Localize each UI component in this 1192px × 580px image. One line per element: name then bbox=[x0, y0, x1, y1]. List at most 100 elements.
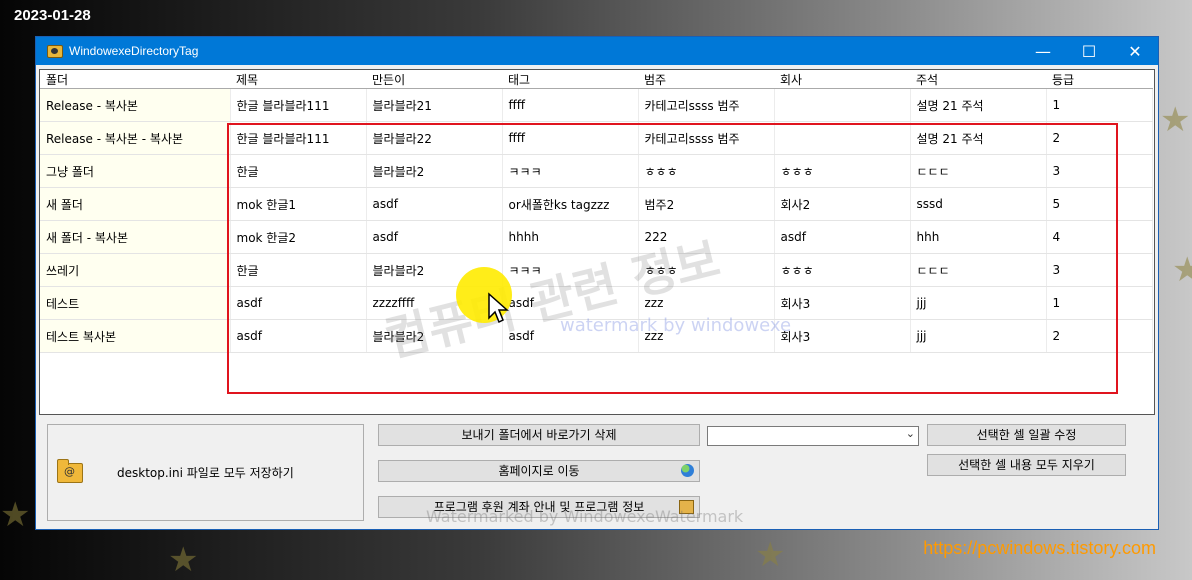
homepage-label: 홈페이지로 이동 bbox=[498, 464, 580, 478]
save-all-label: desktop.ini 파일로 모두 저장하기 bbox=[117, 466, 294, 480]
table-cell[interactable]: 블라블라2 bbox=[366, 319, 503, 353]
folder-cell[interactable]: Release - 복사본 bbox=[40, 88, 231, 122]
table-cell[interactable]: 범주2 bbox=[638, 187, 775, 221]
save-all-button[interactable]: desktop.ini 파일로 모두 저장하기 bbox=[47, 424, 364, 521]
table-row[interactable]: 새 폴더 - 복사본 mok 한글2 asdf hhhh 222 asdf hh… bbox=[40, 220, 1153, 254]
table-cell[interactable]: mok 한글2 bbox=[230, 220, 367, 254]
table-cell[interactable]: 설명 21 주석 bbox=[910, 88, 1047, 122]
table-cell[interactable]: 4 bbox=[1046, 220, 1153, 254]
table-cell[interactable] bbox=[774, 88, 911, 122]
table-cell[interactable]: asdf bbox=[774, 220, 911, 254]
table-row[interactable]: Release - 복사본 - 복사본 한글 블라블라111 블라블라22 ff… bbox=[40, 121, 1153, 155]
table-cell[interactable]: asdf bbox=[502, 319, 639, 353]
table-cell[interactable]: ㅎㅎㅎ bbox=[638, 154, 775, 188]
maximize-button[interactable]: ☐ bbox=[1066, 37, 1112, 65]
table-cell[interactable]: jjj bbox=[910, 286, 1047, 320]
table-cell[interactable]: ㄷㄷㄷ bbox=[910, 253, 1047, 287]
app-window: WindowexeDirectoryTag — ☐ ✕ 폴더 제목 만든이 태그… bbox=[35, 36, 1159, 530]
table-cell[interactable]: zzz bbox=[638, 319, 775, 353]
table-cell[interactable]: jjj bbox=[910, 319, 1047, 353]
gift-icon bbox=[679, 500, 694, 514]
table-cell[interactable]: asdf bbox=[502, 286, 639, 320]
table-cell[interactable]: 3 bbox=[1046, 154, 1153, 188]
column-header-folder[interactable]: 폴더 bbox=[40, 70, 230, 89]
table-cell[interactable]: asdf bbox=[230, 319, 367, 353]
table-cell[interactable]: mok 한글1 bbox=[230, 187, 367, 221]
table-cell[interactable]: 3 bbox=[1046, 253, 1153, 287]
folder-cell[interactable]: 새 폴더 bbox=[40, 187, 231, 221]
table-row[interactable]: 테스트 asdf zzzzffff asdf zzz 회사3 jjj 1 bbox=[40, 286, 1153, 320]
table-cell[interactable]: ㅋㅋㅋ bbox=[502, 154, 639, 188]
table-cell[interactable]: asdf bbox=[366, 220, 503, 254]
folder-icon bbox=[57, 458, 83, 483]
table-cell[interactable]: 회사3 bbox=[774, 286, 911, 320]
folder-cell[interactable]: 테스트 bbox=[40, 286, 231, 320]
table-row[interactable]: Release - 복사본 한글 블라블라111 블라블라21 ffff 카테고… bbox=[40, 88, 1153, 122]
table-cell[interactable]: asdf bbox=[366, 187, 503, 221]
table-cell[interactable]: hhhh bbox=[502, 220, 639, 254]
table-cell[interactable]: 카테고리ssss 범주 bbox=[638, 121, 775, 155]
folder-cell[interactable]: 쓰레기 bbox=[40, 253, 231, 287]
table-cell[interactable]: 222 bbox=[638, 220, 775, 254]
table-cell[interactable]: 한글 bbox=[230, 154, 367, 188]
folder-tag-icon bbox=[47, 44, 63, 58]
table-cell[interactable]: sssd bbox=[910, 187, 1047, 221]
table-cell[interactable]: 카테고리ssss 범주 bbox=[638, 88, 775, 122]
table-cell[interactable] bbox=[774, 121, 911, 155]
table-cell[interactable]: ㅎㅎㅎ bbox=[774, 154, 911, 188]
table-cell[interactable]: 한글 bbox=[230, 253, 367, 287]
data-grid[interactable]: 폴더 제목 만든이 태그 범주 회사 주석 등급 Release - 복사본 한… bbox=[39, 69, 1155, 415]
table-row[interactable]: 테스트 복사본 asdf 블라블라2 asdf zzz 회사3 jjj 2 bbox=[40, 319, 1153, 353]
table-cell[interactable]: 한글 블라블라111 bbox=[230, 121, 367, 155]
table-row[interactable]: 쓰레기 한글 블라블라2 ㅋㅋㅋ ㅎㅎㅎ ㅎㅎㅎ ㄷㄷㄷ 3 bbox=[40, 253, 1153, 287]
window-controls: — ☐ ✕ bbox=[1020, 37, 1158, 65]
column-header-company[interactable]: 회사 bbox=[774, 70, 910, 89]
donation-info-button[interactable]: 프로그램 후원 계좌 안내 및 프로그램 정보 bbox=[378, 496, 700, 518]
table-cell[interactable]: 블라블라22 bbox=[366, 121, 503, 155]
table-cell[interactable]: 설명 21 주석 bbox=[910, 121, 1047, 155]
homepage-button[interactable]: 홈페이지로 이동 bbox=[378, 460, 700, 482]
column-header-rating[interactable]: 등급 bbox=[1046, 70, 1152, 89]
folder-cell[interactable]: Release - 복사본 - 복사본 bbox=[40, 121, 231, 155]
table-cell[interactable]: 한글 블라블라111 bbox=[230, 88, 367, 122]
column-header-tag[interactable]: 태그 bbox=[502, 70, 638, 89]
table-cell[interactable]: ffff bbox=[502, 88, 639, 122]
column-header-author[interactable]: 만든이 bbox=[366, 70, 502, 89]
table-cell[interactable]: zzz bbox=[638, 286, 775, 320]
table-cell[interactable]: 2 bbox=[1046, 319, 1153, 353]
table-cell[interactable]: asdf bbox=[230, 286, 367, 320]
table-cell[interactable]: 1 bbox=[1046, 88, 1153, 122]
table-cell[interactable]: ffff bbox=[502, 121, 639, 155]
table-cell[interactable]: 회사2 bbox=[774, 187, 911, 221]
delete-shortcut-button[interactable]: 보내기 폴더에서 바로가기 삭제 bbox=[378, 424, 700, 446]
minimize-button[interactable]: — bbox=[1020, 37, 1066, 65]
table-cell[interactable]: 2 bbox=[1046, 121, 1153, 155]
table-cell[interactable]: 회사3 bbox=[774, 319, 911, 353]
folder-cell[interactable]: 새 폴더 - 복사본 bbox=[40, 220, 231, 254]
column-header-comment[interactable]: 주석 bbox=[910, 70, 1046, 89]
folder-cell[interactable]: 그냥 폴더 bbox=[40, 154, 231, 188]
table-cell[interactable]: ㄷㄷㄷ bbox=[910, 154, 1047, 188]
table-cell[interactable]: 블라블라2 bbox=[366, 154, 503, 188]
table-row[interactable]: 새 폴더 mok 한글1 asdf or새폴한ks tagzzz 범주2 회사2… bbox=[40, 187, 1153, 221]
table-cell[interactable]: or새폴한ks tagzzz bbox=[502, 187, 639, 221]
table-row[interactable]: 그냥 폴더 한글 블라블라2 ㅋㅋㅋ ㅎㅎㅎ ㅎㅎㅎ ㄷㄷㄷ 3 bbox=[40, 154, 1153, 188]
column-header-title[interactable]: 제목 bbox=[230, 70, 366, 89]
table-cell[interactable]: 5 bbox=[1046, 187, 1153, 221]
star-decoration-icon: ★ bbox=[1160, 100, 1191, 140]
table-cell[interactable]: ㅎㅎㅎ bbox=[638, 253, 775, 287]
table-cell[interactable]: 1 bbox=[1046, 286, 1153, 320]
column-header-category[interactable]: 범주 bbox=[638, 70, 774, 89]
folder-cell[interactable]: 테스트 복사본 bbox=[40, 319, 231, 353]
table-cell[interactable]: ㅋㅋㅋ bbox=[502, 253, 639, 287]
title-bar[interactable]: WindowexeDirectoryTag — ☐ ✕ bbox=[36, 37, 1158, 65]
column-select-dropdown[interactable]: ⌄ bbox=[707, 426, 919, 446]
table-cell[interactable]: 블라블라21 bbox=[366, 88, 503, 122]
close-button[interactable]: ✕ bbox=[1112, 37, 1158, 65]
bulk-edit-button[interactable]: 선택한 셀 일괄 수정 bbox=[927, 424, 1126, 446]
clear-cells-label: 선택한 셀 내용 모두 지우기 bbox=[958, 458, 1095, 472]
table-cell[interactable]: hhh bbox=[910, 220, 1047, 254]
header-row: 폴더 제목 만든이 태그 범주 회사 주석 등급 bbox=[40, 70, 1152, 89]
table-cell[interactable]: ㅎㅎㅎ bbox=[774, 253, 911, 287]
clear-cells-button[interactable]: 선택한 셀 내용 모두 지우기 bbox=[927, 454, 1126, 476]
